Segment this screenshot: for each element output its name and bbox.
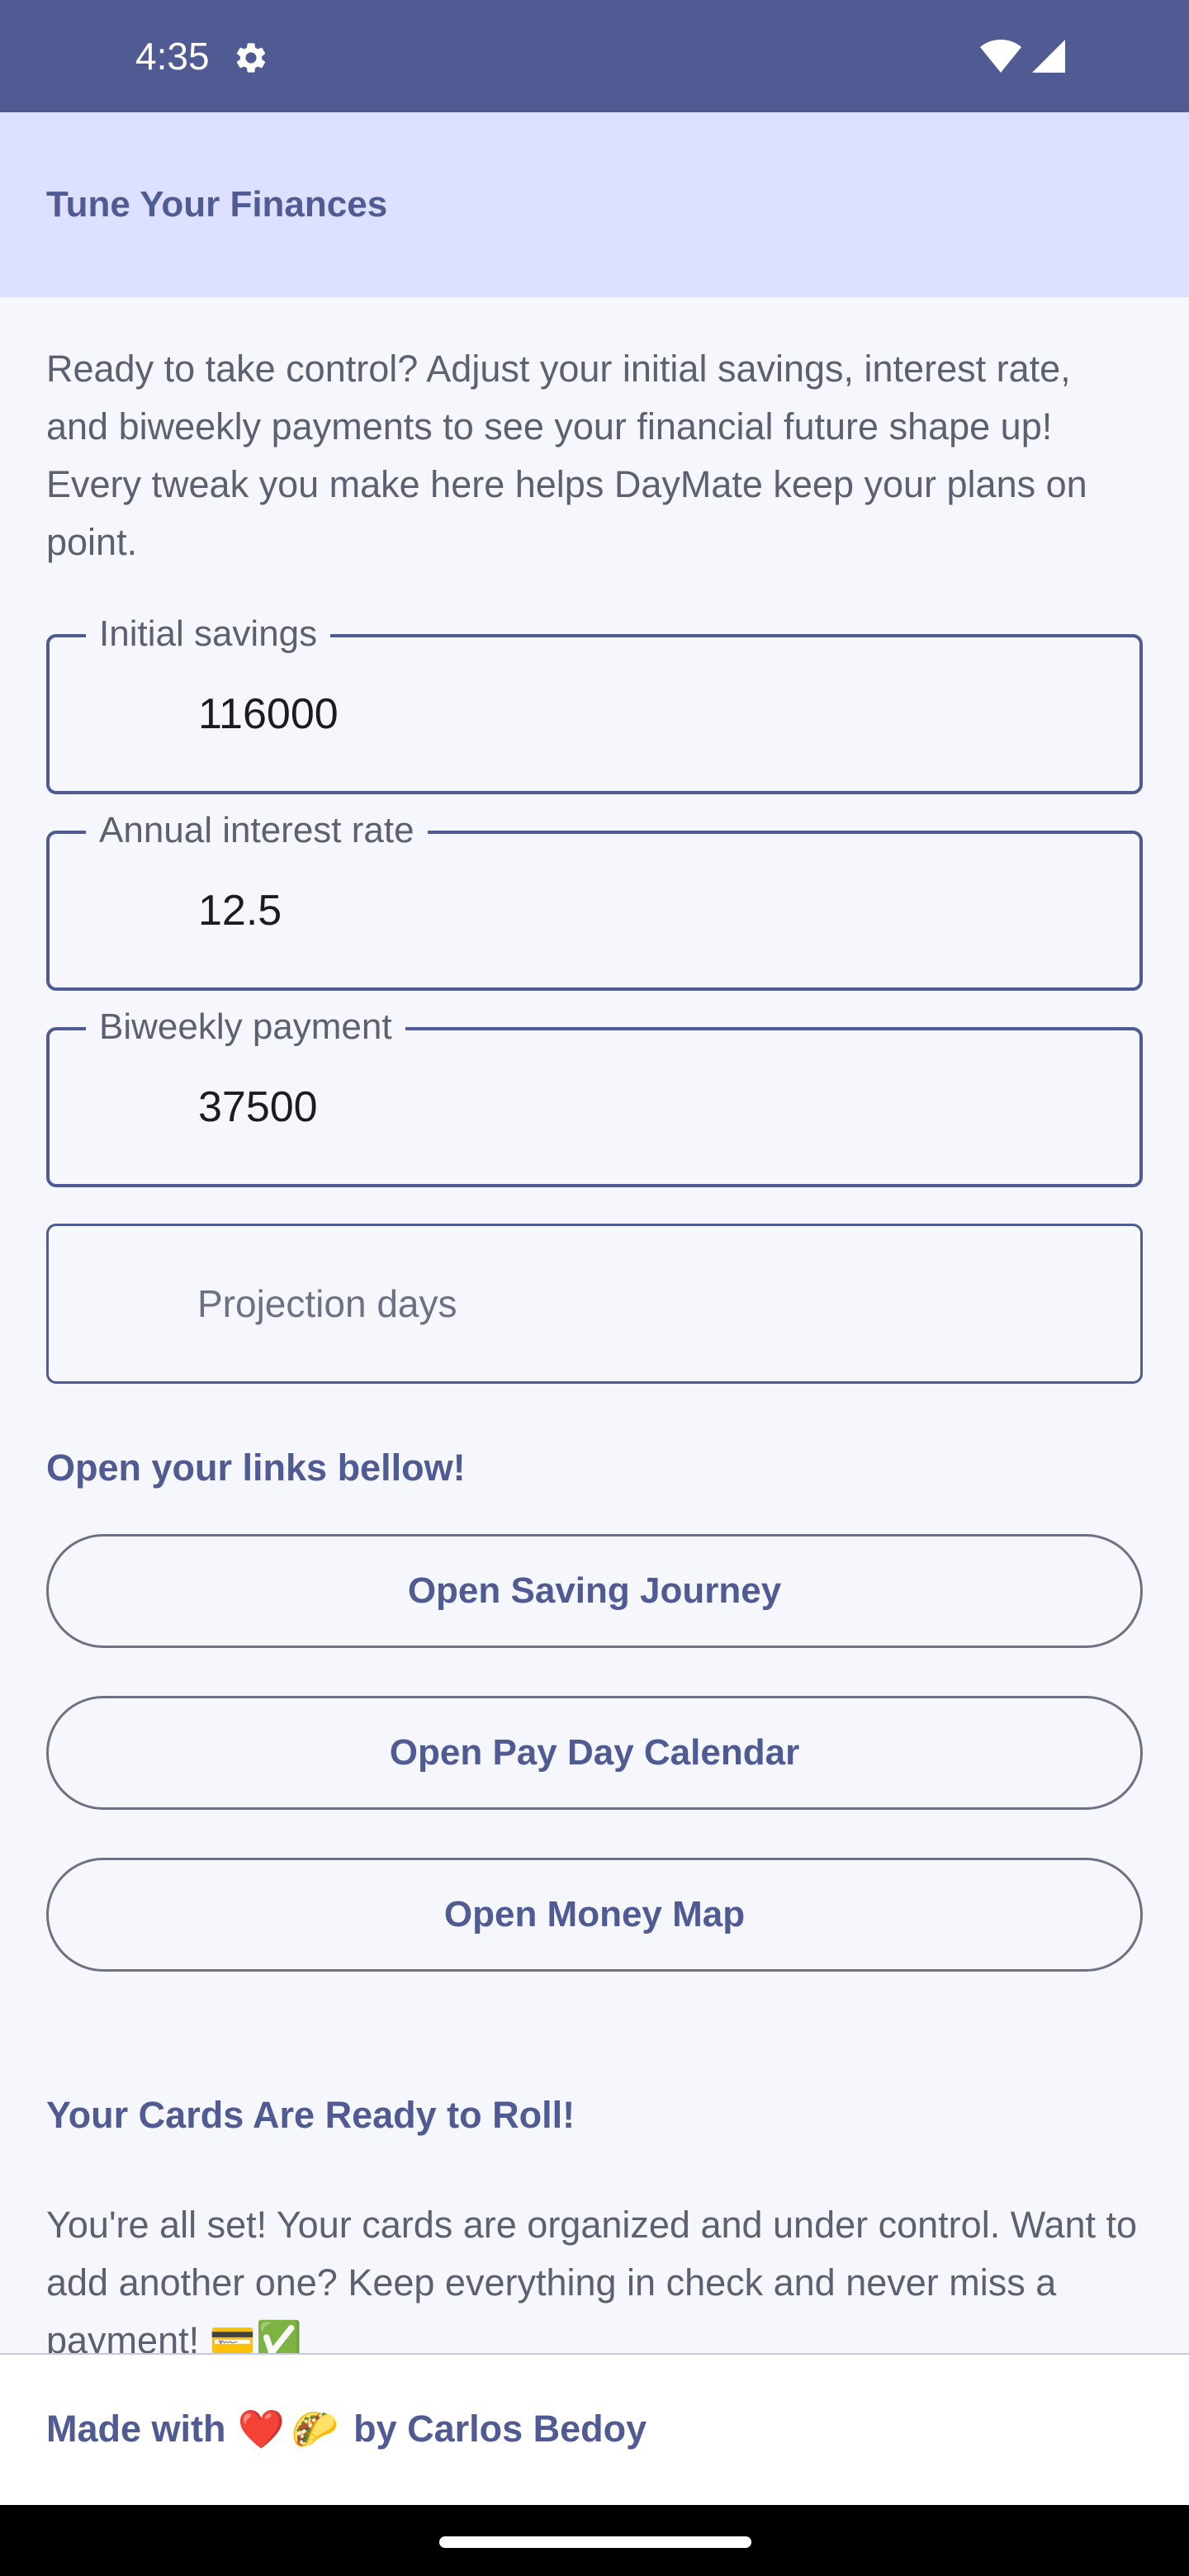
open-money-map-button[interactable]: Open Money Map [46, 1858, 1143, 1972]
gear-icon [233, 40, 269, 76]
cards-text: You're all set! Your cards are organized… [46, 2204, 1138, 2353]
status-time: 4:35 [135, 35, 210, 78]
home-gesture-handle[interactable] [439, 2536, 751, 2548]
footer-made-with: Made with [46, 2408, 226, 2450]
taco-icon: 🌮 [291, 2408, 339, 2451]
initial-savings-input[interactable] [198, 637, 1106, 791]
intro-text: Ready to take control? Adjust your initi… [46, 348, 1087, 563]
footer: Made with ❤️ 🌮 by Carlos Bedoy [0, 2353, 1189, 2505]
open-saving-journey-button[interactable]: Open Saving Journey [46, 1534, 1143, 1648]
links-heading: Open your links bellow! [46, 1447, 466, 1489]
footer-author: by Carlos Bedoy [353, 2408, 647, 2450]
app-bar: Tune Your Finances [0, 112, 1189, 297]
navigation-bar [0, 2505, 1189, 2576]
projection-days-input[interactable] [197, 1226, 1106, 1380]
main-content[interactable]: Ready to take control? Adjust your initi… [0, 297, 1189, 2353]
interest-rate-input[interactable] [198, 834, 1106, 987]
biweekly-payment-field[interactable]: Biweekly payment [46, 1002, 1143, 1187]
biweekly-payment-input[interactable] [198, 1030, 1106, 1184]
heart-icon: ❤️ [237, 2408, 285, 2451]
projection-days-field[interactable] [46, 1224, 1143, 1384]
cards-heading: Your Cards Are Ready to Roll! [46, 2094, 576, 2136]
wifi-icon [979, 38, 1022, 74]
footer-credit: Made with ❤️ 🌮 by Carlos Bedoy [46, 2404, 647, 2454]
interest-rate-field[interactable]: Annual interest rate [46, 806, 1143, 991]
page-title: Tune Your Finances [46, 184, 388, 225]
status-bar: 4:35 [0, 0, 1189, 112]
signal-icon [1030, 38, 1067, 74]
initial-savings-field[interactable]: Initial savings [46, 609, 1143, 794]
open-pay-day-calendar-button[interactable]: Open Pay Day Calendar [46, 1696, 1143, 1810]
